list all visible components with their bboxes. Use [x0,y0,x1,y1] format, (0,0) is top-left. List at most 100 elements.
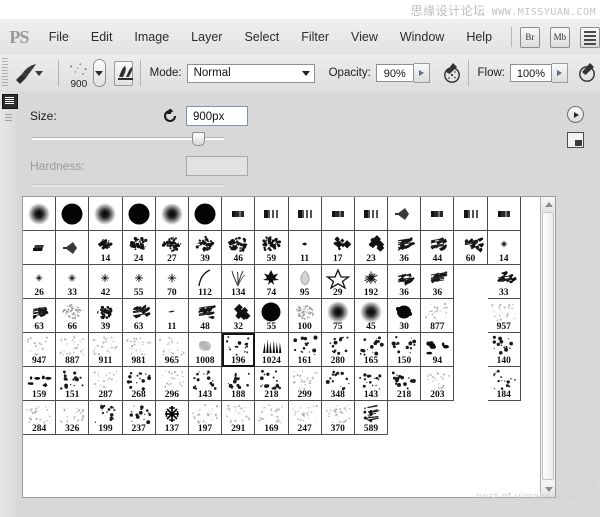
brush-preset-cell[interactable]: 46 [222,231,256,265]
brush-preset-cell[interactable]: 199 [89,401,123,435]
brush-preset-cell[interactable]: 143 [188,367,223,401]
brush-preset-cell[interactable]: 203 [421,367,455,401]
brush-preset-cell[interactable]: 29 [321,265,355,299]
brush-tool-icon[interactable] [11,58,37,88]
brush-preset-cell[interactable]: 44 [421,231,455,265]
menu-item-layer[interactable]: Layer [180,19,233,55]
brush-preset-cell[interactable] [454,197,488,231]
brush-preset-cell[interactable]: 32 [222,299,256,333]
brush-preset-cell[interactable]: 17 [321,231,355,265]
brush-preset-cell[interactable]: 39 [89,299,123,333]
brush-preset-cell[interactable]: 33 [56,265,90,299]
brush-preset-cell[interactable]: 11 [155,299,189,333]
brush-preset-cell[interactable]: 957 [487,299,521,333]
brush-preset-cell[interactable]: 188 [222,367,256,401]
brush-preset-cell[interactable]: 981 [122,333,156,367]
brush-preset-cell[interactable]: 95 [288,265,322,299]
brush-preset-cell[interactable]: 70 [155,265,189,299]
brush-preset-cell[interactable]: 169 [255,401,289,435]
brush-preset-cell[interactable] [122,197,156,231]
flow-slider-arrow[interactable] [552,63,568,83]
brush-preset-cell[interactable]: 36 [388,265,422,299]
preset-manager-icon[interactable] [567,132,584,148]
tools-strip-grip[interactable] [5,114,12,122]
brush-preset-cell[interactable]: 291 [222,401,256,435]
brush-preset-cell[interactable]: 60 [454,231,488,265]
brush-preset-cell[interactable]: 24 [122,231,156,265]
brush-preset-cell[interactable]: 296 [155,367,189,401]
scrollbar-track[interactable] [541,212,555,482]
brush-preset-cell[interactable]: 1024 [255,333,289,367]
brush-preset-cell[interactable]: 140 [487,333,521,367]
brush-preset-cell[interactable]: 48 [188,299,223,333]
brush-preset-cell[interactable]: 112 [188,265,223,299]
brush-preset-cell[interactable]: 42 [89,265,123,299]
menu-item-window[interactable]: Window [389,19,455,55]
brush-preset-cell[interactable]: 196 [222,333,256,367]
brush-preset-cell[interactable] [421,197,455,231]
brush-preset-cell[interactable]: 197 [188,401,223,435]
brush-preset-cell[interactable]: 192 [354,265,389,299]
brush-preset-cell[interactable]: 55 [255,299,289,333]
brush-preset-cell[interactable]: 218 [388,367,422,401]
brush-preset-cell[interactable] [56,197,90,231]
brush-preset-cell[interactable]: 11 [288,231,322,265]
brush-preset-cell[interactable]: 150 [388,333,422,367]
brush-preset-cell[interactable] [188,197,223,231]
brush-preset-cell[interactable] [56,231,90,265]
size-slider-knob[interactable] [192,132,205,146]
reset-brush-icon[interactable] [162,108,178,124]
menu-item-help[interactable]: Help [455,19,503,55]
brush-preset-cell[interactable]: 370 [321,401,355,435]
brush-preset-cell[interactable]: 100 [288,299,322,333]
brush-preset-cell[interactable] [89,197,123,231]
brush-preset-cell[interactable]: 143 [354,367,389,401]
brush-size-preview[interactable]: 900 [65,56,92,90]
options-bar-grip[interactable] [2,58,9,88]
mini-bridge-button[interactable]: Mb [549,26,570,48]
brush-preset-cell[interactable] [288,197,322,231]
brush-preset-cell[interactable]: 74 [255,265,289,299]
menu-item-image[interactable]: Image [123,19,180,55]
opacity-slider-arrow[interactable] [413,63,430,83]
brush-preset-cell[interactable] [155,197,189,231]
brush-grid-scrollbar[interactable] [540,197,555,497]
brush-preset-cell[interactable]: 911 [89,333,123,367]
brush-preset-cell[interactable]: 137 [155,401,189,435]
arrange-documents-icon[interactable] [579,26,600,48]
brush-preset-cell[interactable]: 66 [56,299,90,333]
brush-preset-cell[interactable]: 94 [421,333,455,367]
brush-panel-toggle-icon[interactable] [2,94,18,109]
brush-preset-cell[interactable] [487,197,521,231]
brush-preset-cell[interactable]: 23 [354,231,389,265]
brush-preset-cell[interactable]: 165 [354,333,389,367]
brush-preset-cell[interactable]: 218 [255,367,289,401]
size-slider[interactable] [32,132,224,146]
brush-preset-cell[interactable]: 887 [56,333,90,367]
brush-preset-cell[interactable]: 326 [56,401,90,435]
brush-preset-cell[interactable]: 159 [23,367,57,401]
brush-preset-cell[interactable]: 268 [122,367,156,401]
brush-preset-cell[interactable]: 75 [321,299,355,333]
brush-preset-cell[interactable]: 30 [388,299,422,333]
toggle-brush-panel-icon[interactable] [113,60,133,86]
brush-preset-cell[interactable]: 27 [155,231,189,265]
bridge-button[interactable]: Br [519,26,540,48]
brush-preset-cell[interactable]: 161 [288,333,322,367]
brush-preset-cell[interactable]: 348 [321,367,355,401]
opacity-input[interactable]: 90% [375,64,414,82]
brush-preset-cell[interactable]: 45 [354,299,389,333]
brush-preset-cell[interactable]: 1008 [188,333,223,367]
menu-item-view[interactable]: View [340,19,389,55]
brush-preset-cell[interactable]: 63 [122,299,156,333]
size-input[interactable]: 900px [186,106,248,126]
brush-preset-cell[interactable] [255,197,289,231]
brush-preset-cell[interactable] [321,197,355,231]
brush-preset-picker-arrow[interactable] [92,59,106,87]
brush-preset-cell[interactable] [354,197,389,231]
scroll-thumb[interactable] [542,212,554,480]
brush-preset-cell[interactable]: 55 [122,265,156,299]
brush-preset-cell[interactable] [222,197,256,231]
brush-preset-cell[interactable]: 151 [56,367,90,401]
brush-preset-cell[interactable]: 284 [23,401,57,435]
